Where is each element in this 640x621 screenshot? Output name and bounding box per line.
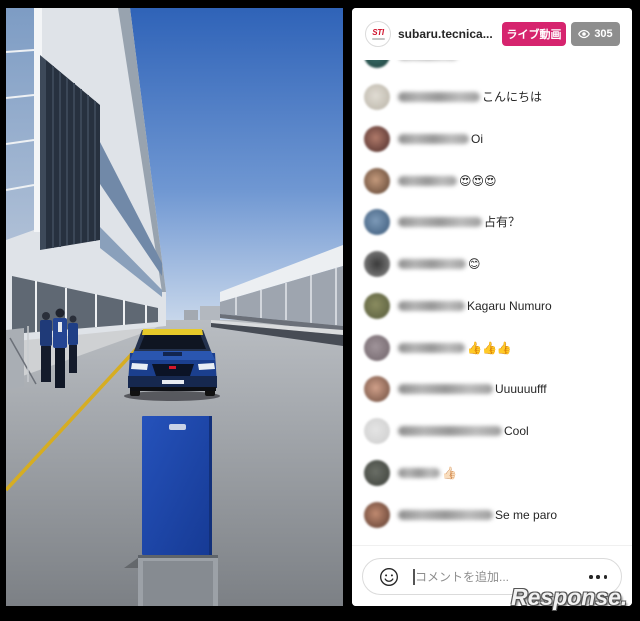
- commenter-avatar[interactable]: [364, 501, 390, 528]
- commenter-username-blurred[interactable]: [398, 300, 465, 311]
- commenter-avatar[interactable]: [364, 459, 390, 486]
- sponsor-patch: [162, 380, 184, 384]
- crew-member: [68, 315, 78, 373]
- comment-row[interactable]: 😊: [352, 243, 632, 285]
- comment-row[interactable]: 😍😍😍: [352, 160, 632, 202]
- pit-lane-scene: [6, 8, 343, 606]
- smiley-icon[interactable]: [379, 567, 399, 587]
- commenter-username-blurred[interactable]: [398, 426, 502, 437]
- comment-row[interactable]: Se me paro: [352, 494, 632, 536]
- comment-text: 😊: [468, 257, 481, 272]
- windshield-banner: [142, 329, 203, 335]
- comment-list[interactable]: こんにちは Oi 😍😍😍 占有？ 😊 Kagaru Numuro 👍👍👍 Uuu…: [352, 60, 632, 545]
- commenter-username-blurred[interactable]: [398, 384, 493, 395]
- comment-row[interactable]: 占有？: [352, 201, 632, 243]
- comment-row[interactable]: Cool: [352, 410, 632, 452]
- eye-icon: [578, 28, 591, 40]
- board-stand-inner: [143, 561, 213, 606]
- live-video: [6, 8, 343, 606]
- race-car: [124, 329, 220, 401]
- car-headlight: [198, 363, 215, 370]
- commenter-username-blurred[interactable]: [398, 217, 482, 228]
- comment-row[interactable]: 👍👍👍: [352, 327, 632, 369]
- hood-scoop: [163, 352, 182, 356]
- commenter-avatar[interactable]: [364, 209, 390, 236]
- louver-box-side: [40, 55, 46, 250]
- crew-member: [40, 312, 52, 382]
- board-stand-bar: [138, 555, 218, 558]
- sti-logo: STI: [372, 27, 384, 37]
- live-badge: ライブ動画: [502, 22, 566, 46]
- commenter-username-blurred[interactable]: [398, 509, 493, 520]
- comment-row[interactable]: [352, 60, 632, 76]
- viewer-count-badge[interactable]: 305: [571, 22, 620, 46]
- comment-row[interactable]: 👍🏻: [352, 452, 632, 494]
- car-splitter: [130, 387, 216, 391]
- account-username[interactable]: subaru.tecnica...: [398, 27, 493, 41]
- commenter-username-blurred[interactable]: [398, 467, 440, 478]
- sti-logo-subtitle: [371, 37, 385, 40]
- commenter-username-blurred[interactable]: [398, 92, 480, 103]
- comment-text: 😍😍😍: [459, 173, 497, 188]
- board-handle-slot: [169, 424, 186, 430]
- commenter-avatar[interactable]: [364, 84, 390, 111]
- commenter-username-blurred[interactable]: [398, 342, 465, 353]
- far-building: [200, 306, 220, 322]
- commenter-avatar[interactable]: [364, 334, 390, 361]
- glass-column: [6, 8, 34, 240]
- commenter-avatar[interactable]: [364, 167, 390, 194]
- comment-row[interactable]: Uuuuuufff: [352, 368, 632, 410]
- comment-text: Cool: [504, 424, 529, 439]
- comment-text: 👍🏻: [442, 465, 457, 480]
- board-panel: [142, 416, 212, 555]
- commenter-avatar[interactable]: [364, 125, 390, 152]
- comment-row[interactable]: Kagaru Numuro: [352, 285, 632, 327]
- comment-text: こんにちは: [482, 90, 543, 105]
- car-badge: [169, 366, 176, 369]
- commenter-avatar[interactable]: [364, 60, 390, 69]
- car-windshield: [139, 334, 206, 349]
- comment-text: 👍👍👍: [467, 340, 512, 355]
- commenter-avatar[interactable]: [364, 418, 390, 445]
- car-headlight: [131, 363, 148, 370]
- viewer-count: 305: [594, 28, 613, 40]
- live-chat-panel: STI subaru.tecnica... ライブ動画 305 こんにちは Oi…: [352, 8, 632, 606]
- commenter-username-blurred[interactable]: [398, 259, 466, 270]
- commenter-username-blurred[interactable]: [398, 175, 457, 186]
- commenter-avatar[interactable]: [364, 376, 390, 403]
- comment-text: Se me paro: [495, 507, 558, 522]
- comment-row[interactable]: Oi: [352, 118, 632, 160]
- commenter-avatar[interactable]: [364, 292, 390, 319]
- comment-text: 占有？: [484, 215, 521, 230]
- commenter-avatar[interactable]: [364, 251, 390, 278]
- commenter-username-blurred[interactable]: [398, 133, 469, 144]
- account-avatar[interactable]: STI: [365, 21, 391, 47]
- response-watermark: Response.: [511, 584, 628, 610]
- crew-member: [53, 308, 67, 388]
- board-edge: [209, 416, 212, 555]
- comment-row[interactable]: こんにちは: [352, 76, 632, 118]
- car-grille: [152, 364, 194, 376]
- comment-text: Oi: [471, 131, 483, 146]
- comment-text: Kagaru Numuro: [467, 298, 552, 313]
- live-header: STI subaru.tecnica... ライブ動画 305: [352, 8, 632, 60]
- comment-text: Uuuuuufff: [495, 382, 547, 397]
